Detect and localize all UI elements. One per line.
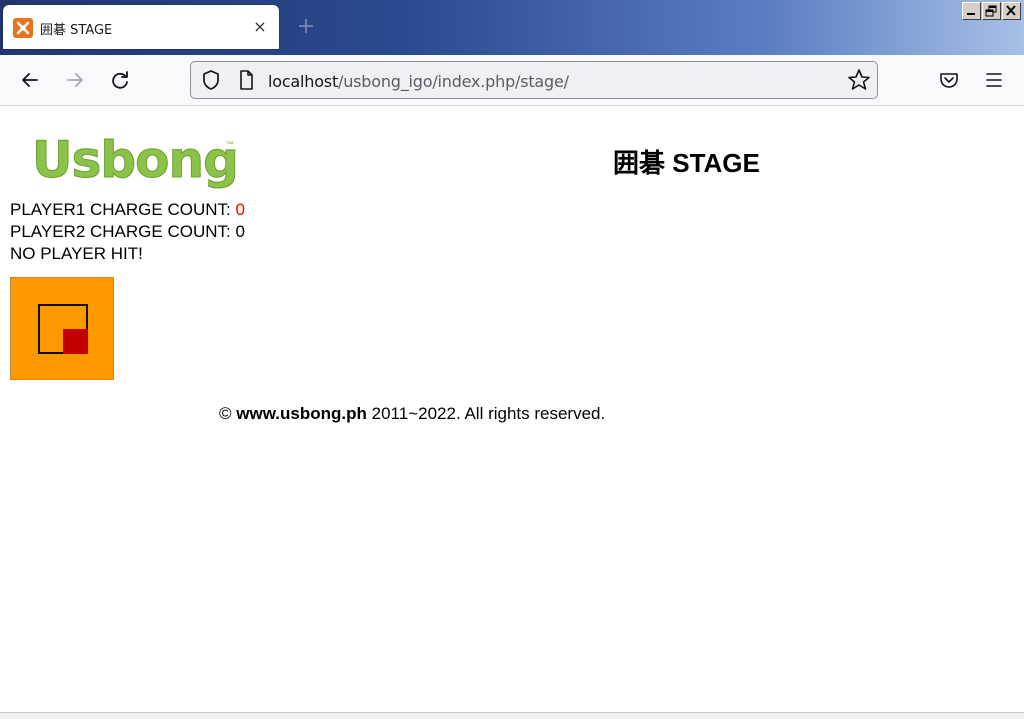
url-host: localhost xyxy=(268,72,339,91)
close-window-icon[interactable] xyxy=(1002,2,1021,20)
url-bar[interactable]: localhost/usbong_igo/index.php/stage/ xyxy=(190,61,878,99)
footer-rights-text: 2011~2022. All rights reserved. xyxy=(371,404,606,423)
minimize-icon[interactable] xyxy=(962,2,981,20)
forward-arrow-icon[interactable] xyxy=(60,65,90,95)
browser-tab[interactable]: 囲碁 STAGE × xyxy=(3,5,279,49)
pocket-icon[interactable] xyxy=(934,65,964,95)
page-document-icon[interactable] xyxy=(231,65,261,95)
bookmark-star-icon[interactable] xyxy=(844,65,874,95)
player2-charge-label: PLAYER2 CHARGE COUNT: xyxy=(10,222,236,241)
logo-trademark: ™ xyxy=(226,140,234,149)
player2-charge-count: 0 xyxy=(235,222,245,241)
footer-site-link: www.usbong.ph xyxy=(236,404,367,423)
usbong-logo: Usbong ™ xyxy=(32,128,242,192)
restore-icon[interactable] xyxy=(982,2,1001,20)
player2-square xyxy=(63,329,88,354)
player1-charge-label: PLAYER1 CHARGE COUNT: xyxy=(10,200,236,219)
player2-charge-line: PLAYER2 CHARGE COUNT: 0 xyxy=(10,221,245,243)
player1-charge-count: 0 xyxy=(235,200,245,219)
logo-text: Usbong xyxy=(32,131,240,190)
hamburger-menu-icon[interactable] xyxy=(979,65,1009,95)
title-bar: 囲碁 STAGE × + xyxy=(0,0,1024,55)
page-title: 囲碁 STAGE xyxy=(613,148,760,178)
reload-icon[interactable] xyxy=(105,65,135,95)
tab-close-icon[interactable]: × xyxy=(249,16,271,38)
url-path: /usbong_igo/index.php/stage/ xyxy=(338,72,569,91)
back-arrow-icon[interactable] xyxy=(15,65,45,95)
shield-icon[interactable] xyxy=(196,65,226,95)
new-tab-icon[interactable]: + xyxy=(294,15,318,39)
window-controls xyxy=(962,2,1021,22)
game-stage[interactable] xyxy=(10,277,114,380)
copyright-symbol: © xyxy=(219,404,232,423)
footer: © www.usbong.ph 2011~2022. All rights re… xyxy=(219,404,605,424)
tab-title: 囲碁 STAGE xyxy=(40,23,113,38)
player-stats: PLAYER1 CHARGE COUNT: 0 PLAYER2 CHARGE C… xyxy=(10,199,245,265)
hit-status: NO PLAYER HIT! xyxy=(10,244,143,263)
xampp-favicon-icon xyxy=(13,18,33,38)
player1-charge-line: PLAYER1 CHARGE COUNT: 0 xyxy=(10,199,245,221)
nav-bar: localhost/usbong_igo/index.php/stage/ xyxy=(0,55,1024,106)
url-text[interactable]: localhost/usbong_igo/index.php/stage/ xyxy=(268,72,569,91)
